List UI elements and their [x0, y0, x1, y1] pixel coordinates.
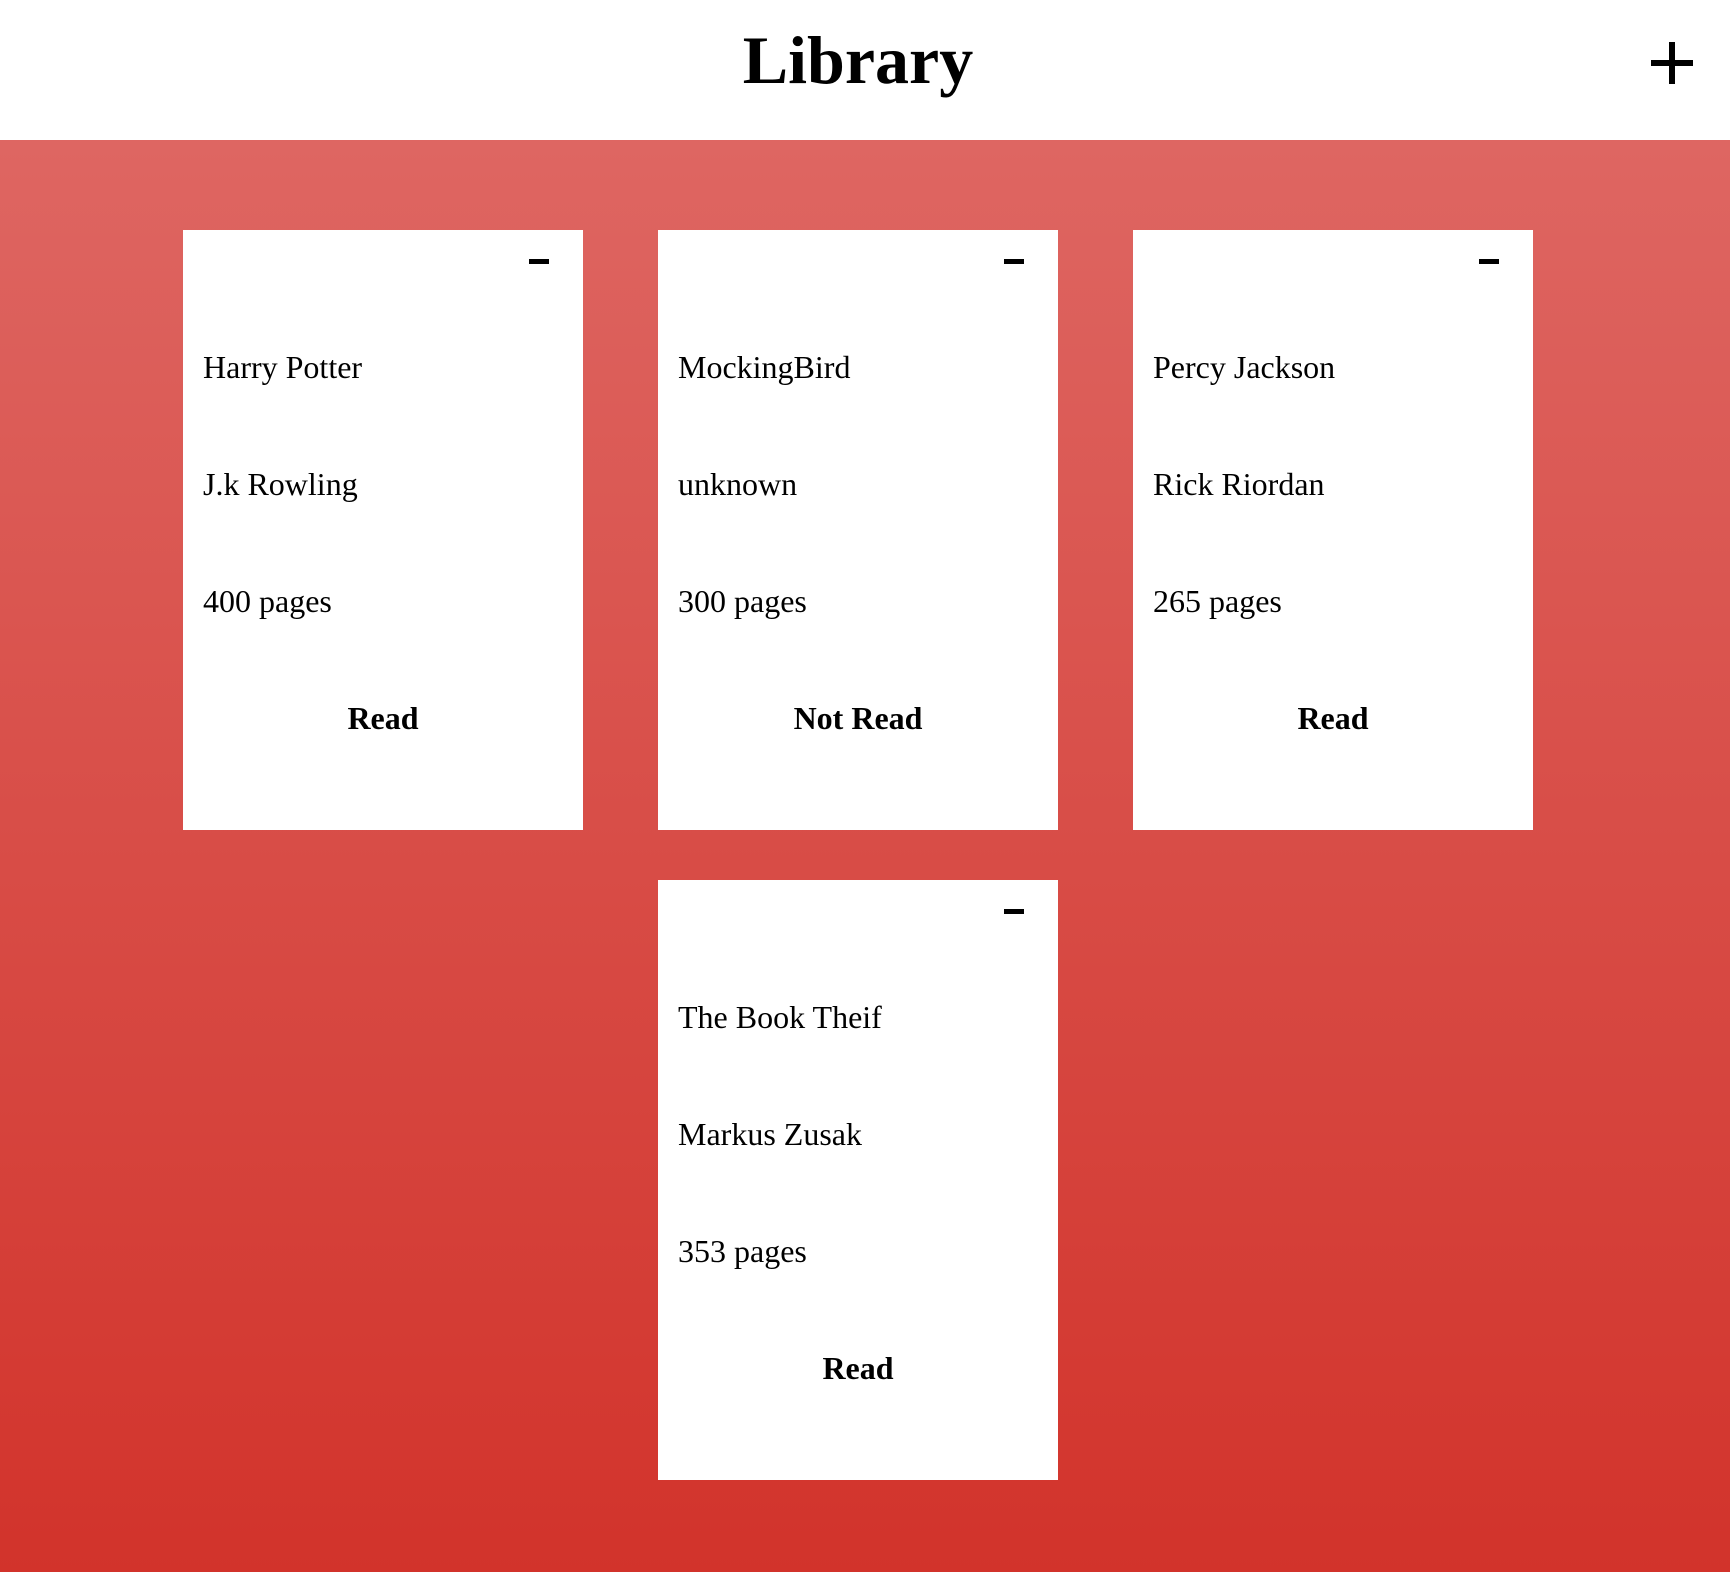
book-pages: 265 pages	[1153, 583, 1282, 619]
remove-book-button[interactable]	[1473, 253, 1503, 273]
page-title: Library	[742, 22, 974, 98]
book-pages: 300 pages	[678, 583, 807, 619]
read-status-toggle[interactable]: Read	[183, 699, 583, 737]
book-title: Percy Jackson	[1153, 349, 1336, 385]
book-title: Harry Potter	[203, 349, 363, 385]
book-author: Rick Riordan	[1153, 466, 1325, 502]
book-title: The Book Theif	[678, 999, 882, 1035]
book-author: Markus Zusak	[678, 1116, 862, 1152]
book-card: The Book Theif Markus Zusak 353 pages Re…	[658, 880, 1058, 1480]
minus-icon	[1004, 259, 1024, 264]
book-card: MockingBird unknown 300 pages Not Read	[658, 230, 1058, 830]
minus-icon	[529, 259, 549, 264]
read-status-toggle[interactable]: Read	[658, 1349, 1058, 1387]
book-author: unknown	[678, 466, 798, 502]
book-author: J.k Rowling	[203, 466, 358, 502]
read-status-toggle[interactable]: Read	[1133, 699, 1533, 737]
minus-icon	[1004, 909, 1024, 914]
book-pages: 400 pages	[203, 583, 332, 619]
add-book-button[interactable]	[1648, 30, 1714, 96]
remove-book-button[interactable]	[523, 253, 553, 273]
book-pages: 353 pages	[678, 1233, 807, 1269]
minus-icon	[1479, 259, 1499, 264]
book-title: MockingBird	[678, 349, 851, 385]
header: Library	[0, 0, 1730, 140]
read-status-toggle[interactable]: Not Read	[658, 699, 1058, 737]
remove-book-button[interactable]	[998, 253, 1028, 273]
library-grid: Harry Potter J.k Rowling 400 pages Read …	[0, 140, 1730, 1572]
book-card: Harry Potter J.k Rowling 400 pages Read	[183, 230, 583, 830]
remove-book-button[interactable]	[998, 903, 1028, 923]
book-card: Percy Jackson Rick Riordan 265 pages Rea…	[1133, 230, 1533, 830]
